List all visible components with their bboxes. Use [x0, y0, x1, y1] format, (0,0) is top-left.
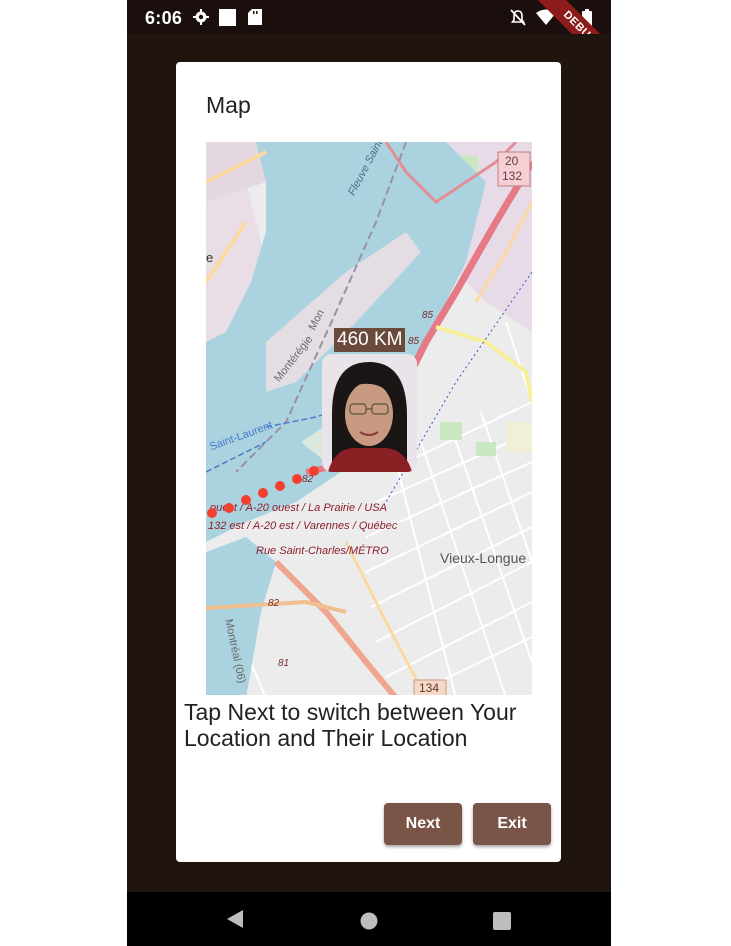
home-icon[interactable] — [360, 912, 378, 930]
route-dot — [275, 481, 285, 491]
notifications-off-icon — [510, 9, 526, 26]
status-bar: 6:06 DEBUG — [127, 0, 611, 82]
profile-photo — [322, 354, 417, 472]
next-button[interactable]: Next — [384, 803, 462, 845]
phone-screen: 6:06 DEBUG Map 20 132 134 Mon Montérégie… — [127, 0, 611, 946]
recents-icon[interactable] — [493, 912, 511, 930]
route-dot — [224, 503, 234, 513]
route-dot — [241, 495, 251, 505]
distance-label: 460 KM — [334, 328, 406, 352]
map-view[interactable]: 20 132 134 Fleuve Saint-Laurent Mon Mont… — [206, 142, 532, 698]
square-icon — [219, 9, 236, 26]
exit-button[interactable]: Exit — [473, 803, 551, 845]
sd-card-icon — [248, 9, 262, 25]
hint-text: Tap Next to switch between Your Location… — [176, 695, 561, 757]
route-dot — [258, 488, 268, 498]
back-icon[interactable] — [227, 910, 243, 928]
dialog-title: Map — [206, 92, 251, 118]
navigation-bar — [127, 892, 611, 946]
route-dot — [207, 508, 217, 518]
map-dialog: Map 20 132 134 Mon Montérégie Saint-Laur… — [176, 62, 561, 862]
route-dot — [309, 466, 319, 476]
settings-icon — [193, 9, 209, 25]
route-dot — [292, 474, 302, 484]
status-time: 6:06 — [145, 8, 183, 28]
